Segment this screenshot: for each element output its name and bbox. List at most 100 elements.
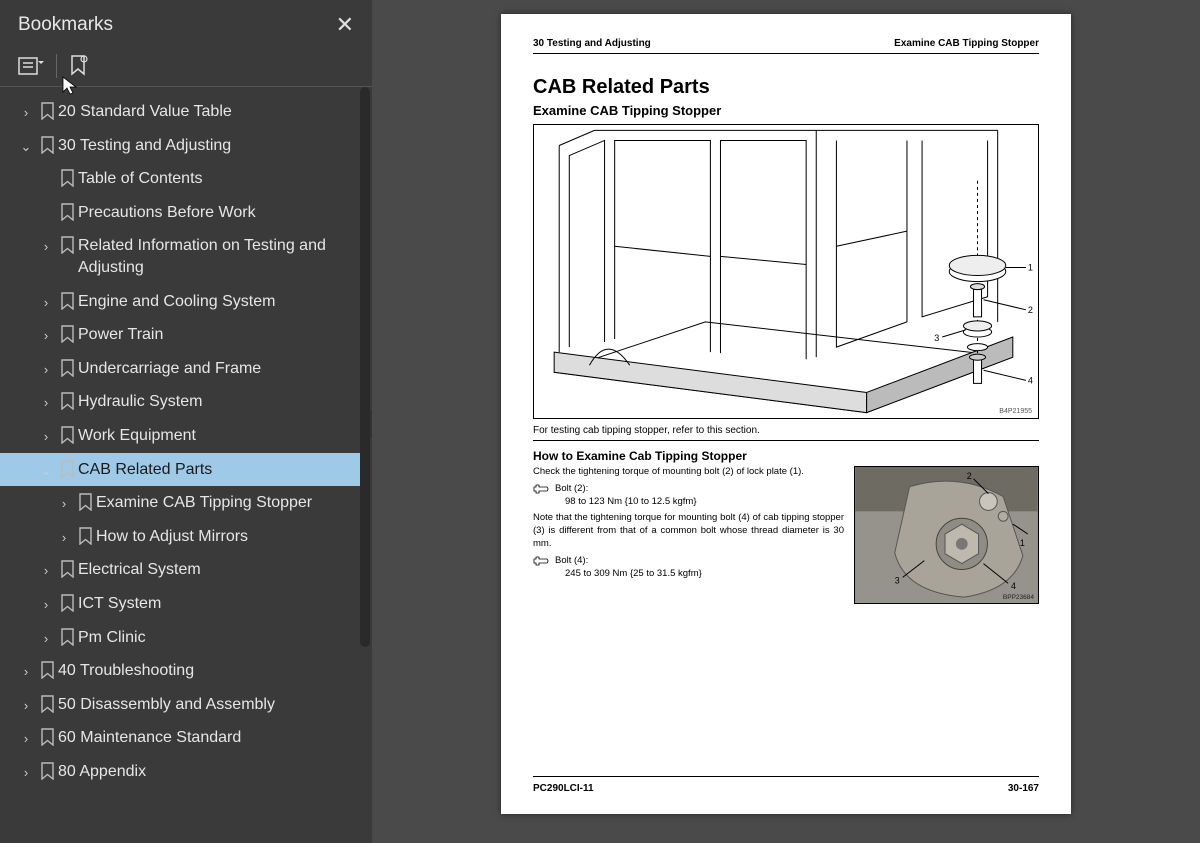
bookmark-item[interactable]: › 40 Troubleshooting bbox=[0, 654, 366, 688]
find-bookmark-icon[interactable] bbox=[67, 54, 89, 78]
chevron-right-icon[interactable]: › bbox=[36, 394, 56, 412]
bookmarks-header: Bookmarks ✕ bbox=[0, 0, 372, 48]
bookmark-item[interactable]: › Work Equipment bbox=[0, 419, 366, 453]
chevron-right-icon[interactable]: › bbox=[36, 630, 56, 648]
chevron-down-icon[interactable]: ⌄ bbox=[36, 462, 56, 480]
scrollbar[interactable] bbox=[360, 87, 370, 647]
chevron-right-icon[interactable]: › bbox=[36, 361, 56, 379]
bookmark-item[interactable]: › Undercarriage and Frame bbox=[0, 352, 366, 386]
bookmark-icon bbox=[36, 695, 58, 713]
chevron-right-icon[interactable]: › bbox=[16, 663, 36, 681]
chevron-right-icon[interactable]: › bbox=[36, 428, 56, 446]
figure2-id: BPP23684 bbox=[1003, 594, 1034, 601]
svg-text:2: 2 bbox=[967, 471, 972, 481]
bookmark-label: Undercarriage and Frame bbox=[78, 358, 358, 380]
figure-bolt-photo: 1 2 3 4 BPP23684 bbox=[854, 466, 1039, 604]
bookmark-item[interactable]: Table of Contents bbox=[0, 162, 366, 196]
bookmarks-panel: Bookmarks ✕ › 20 Standard Value Table ⌄ 30 … bbox=[0, 0, 372, 843]
para-1: Check the tightening torque of mounting … bbox=[533, 466, 844, 479]
chevron-right-icon[interactable]: › bbox=[54, 529, 74, 547]
body-text: Check the tightening torque of mounting … bbox=[533, 466, 844, 604]
heading-3: How to Examine Cab Tipping Stopper bbox=[533, 449, 1039, 463]
heading-1: CAB Related Parts bbox=[533, 76, 1039, 99]
bookmark-item[interactable]: › Power Train bbox=[0, 318, 366, 352]
bookmark-item[interactable]: ›Examine CAB Tipping Stopper bbox=[0, 486, 366, 520]
para-2: Note that the tightening torque for moun… bbox=[533, 512, 844, 550]
chevron-right-icon[interactable]: › bbox=[16, 764, 36, 782]
chevron-right-icon[interactable]: › bbox=[36, 327, 56, 345]
bookmark-item[interactable]: › Electrical System bbox=[0, 553, 366, 587]
spec2-value: 245 to 309 Nm {25 to 31.5 kgfm} bbox=[555, 568, 702, 581]
bookmark-item[interactable]: ›ICT System bbox=[0, 587, 366, 621]
figure1-caption: For testing cab tipping stopper, refer t… bbox=[533, 425, 1039, 441]
bookmark-label: 20 Standard Value Table bbox=[58, 101, 358, 123]
bookmark-item[interactable]: › 80 Appendix bbox=[0, 755, 366, 789]
footer-left: PC290LCI-11 bbox=[533, 783, 594, 794]
close-icon[interactable]: ✕ bbox=[336, 12, 354, 38]
bookmark-icon bbox=[56, 203, 78, 221]
bookmark-item[interactable]: ⌄ 30 Testing and Adjusting bbox=[0, 129, 366, 163]
chevron-right-icon[interactable]: › bbox=[36, 596, 56, 614]
bookmark-label: Power Train bbox=[78, 324, 358, 346]
chevron-right-icon[interactable]: › bbox=[54, 495, 74, 513]
bookmark-item[interactable]: › 20 Standard Value Table bbox=[0, 95, 366, 129]
svg-text:3: 3 bbox=[895, 575, 900, 585]
svg-text:1: 1 bbox=[1020, 538, 1025, 548]
bookmark-icon bbox=[56, 560, 78, 578]
bookmark-label: Electrical System bbox=[78, 559, 358, 581]
bookmark-icon bbox=[56, 169, 78, 187]
bookmark-item[interactable]: › Pm Clinic bbox=[0, 621, 366, 655]
bookmark-label: Hydraulic System bbox=[78, 391, 358, 413]
bookmark-item[interactable]: › Hydraulic System bbox=[0, 385, 366, 419]
chevron-right-icon[interactable]: › bbox=[16, 104, 36, 122]
bookmark-icon bbox=[56, 628, 78, 646]
heading-2: Examine CAB Tipping Stopper bbox=[533, 103, 1039, 118]
chevron-down-icon[interactable]: ⌄ bbox=[16, 138, 36, 156]
bookmark-label: 80 Appendix bbox=[58, 761, 358, 783]
bookmarks-tree[interactable]: › 20 Standard Value Table ⌄ 30 Testing and … bbox=[0, 87, 372, 843]
bookmark-icon bbox=[56, 426, 78, 444]
document-area[interactable]: 30 Testing and Adjusting Examine CAB Tip… bbox=[372, 0, 1200, 843]
page-header: 30 Testing and Adjusting Examine CAB Tip… bbox=[533, 38, 1039, 54]
bookmark-label: 60 Maintenance Standard bbox=[58, 727, 358, 749]
figure-cab-diagram: 1 2 3 4 B4P21955 bbox=[533, 124, 1039, 419]
svg-text:4: 4 bbox=[1028, 375, 1033, 385]
bookmark-icon bbox=[36, 136, 58, 154]
bookmark-item[interactable]: ⌄ CAB Related Parts bbox=[0, 453, 366, 487]
spec1-value: 98 to 123 Nm {10 to 12.5 kgfm} bbox=[555, 496, 697, 509]
chevron-right-icon[interactable]: › bbox=[36, 238, 56, 256]
bookmark-label: CAB Related Parts bbox=[78, 459, 358, 481]
pdf-page: 30 Testing and Adjusting Examine CAB Tip… bbox=[501, 14, 1071, 814]
bookmark-label: 50 Disassembly and Assembly bbox=[58, 694, 358, 716]
bookmark-icon bbox=[56, 594, 78, 612]
bookmark-item[interactable]: ›Related Information on Testing and Adju… bbox=[0, 229, 366, 284]
chevron-right-icon[interactable]: › bbox=[16, 730, 36, 748]
bookmark-label: 30 Testing and Adjusting bbox=[58, 135, 358, 157]
svg-text:2: 2 bbox=[1028, 305, 1033, 315]
chevron-right-icon[interactable]: › bbox=[36, 562, 56, 580]
header-right: Examine CAB Tipping Stopper bbox=[894, 38, 1039, 49]
chevron-right-icon[interactable]: › bbox=[36, 294, 56, 312]
bookmark-label: Pm Clinic bbox=[78, 627, 358, 649]
bookmark-item[interactable]: Precautions Before Work bbox=[0, 196, 366, 230]
bookmark-label: Engine and Cooling System bbox=[78, 291, 358, 313]
bookmark-icon bbox=[56, 392, 78, 410]
bookmark-item[interactable]: › 60 Maintenance Standard bbox=[0, 721, 366, 755]
bookmark-item[interactable]: › How to Adjust Mirrors bbox=[0, 520, 366, 554]
bookmark-icon bbox=[56, 460, 78, 478]
spec1-name: Bolt (2): bbox=[555, 483, 697, 496]
chevron-right-icon[interactable]: › bbox=[16, 697, 36, 715]
bookmark-icon bbox=[36, 762, 58, 780]
bookmark-item[interactable]: › Engine and Cooling System bbox=[0, 285, 366, 319]
bookmarks-title: Bookmarks bbox=[18, 14, 113, 36]
bookmark-label: Work Equipment bbox=[78, 425, 358, 447]
svg-text:4: 4 bbox=[1011, 581, 1016, 591]
header-left: 30 Testing and Adjusting bbox=[533, 38, 651, 49]
bookmark-label: Precautions Before Work bbox=[78, 202, 358, 224]
options-icon[interactable] bbox=[18, 55, 46, 77]
bookmark-label: 40 Troubleshooting bbox=[58, 660, 358, 682]
wrench-icon bbox=[533, 556, 549, 571]
bookmark-item[interactable]: › 50 Disassembly and Assembly bbox=[0, 688, 366, 722]
bookmark-label: How to Adjust Mirrors bbox=[96, 526, 358, 548]
bookmark-icon bbox=[56, 325, 78, 343]
